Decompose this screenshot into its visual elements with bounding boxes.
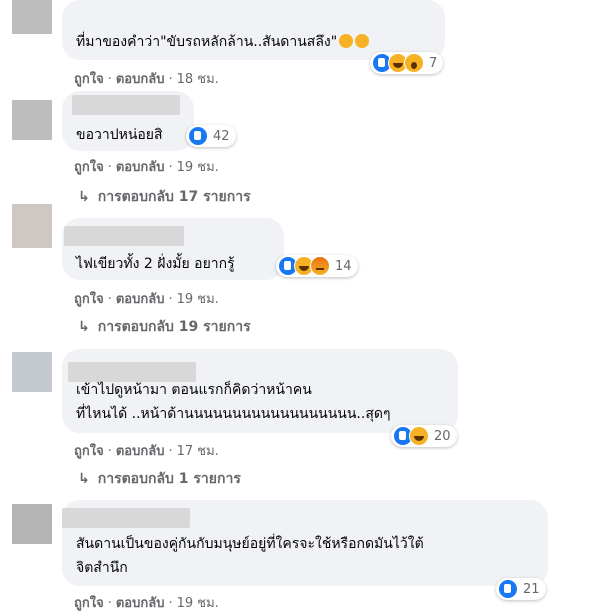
separator-dot: · [107, 444, 112, 459]
like-button[interactable]: ถูกใจ [74, 292, 104, 307]
avatar[interactable] [12, 100, 52, 140]
like-button[interactable]: ถูกใจ [74, 72, 104, 87]
comment-text: ขอวาปหน่อยสิ [76, 123, 163, 147]
view-replies-link[interactable]: ↳ การตอบกลับ 17 รายการ [78, 186, 251, 208]
comment-actions: ถูกใจ · ตอบกลับ · 18 ชม. [74, 68, 219, 89]
commenter-name-redacted[interactable] [64, 226, 184, 246]
separator-dot: · [107, 160, 112, 175]
comment-text-line: ไฟเขียวทั้ง 2 ฝั่งมั้ย อยากรู้ [76, 256, 235, 272]
comment-text: ที่มาของคำว่า"ขับรถหลักล้าน..สันดานสลึง" [76, 30, 370, 54]
timestamp[interactable]: 17 ชม. [177, 444, 219, 459]
comment-text-line: สันดานเป็นของคู่กันกับมนุษย์อยู่ที่ใครจะ… [76, 536, 424, 552]
wow-reaction-icon [404, 53, 424, 73]
like-reaction-icon [188, 126, 208, 146]
separator-dot: · [107, 292, 112, 307]
separator-dot: · [107, 72, 112, 87]
reaction-summary[interactable]: 42 [186, 125, 236, 147]
avatar[interactable] [12, 504, 52, 544]
reaction-count: 20 [434, 428, 451, 444]
comment-text: เข้าไปดูหน้ามา ตอนแรกก็คิดว่าหน้าคน ที่ไ… [76, 378, 391, 426]
reaction-summary[interactable]: 21 [496, 578, 546, 600]
timestamp[interactable]: 19 ชม. [177, 596, 219, 611]
reaction-summary[interactable]: 7 [370, 52, 444, 74]
like-reaction-icon [498, 579, 518, 599]
avatar[interactable] [12, 0, 52, 34]
reply-button[interactable]: ตอบกลับ [116, 72, 165, 87]
reaction-count: 7 [429, 55, 438, 71]
reply-button[interactable]: ตอบกลับ [116, 160, 165, 175]
view-replies-link[interactable]: ↳ การตอบกลับ 19 รายการ [78, 316, 251, 338]
reply-arrow-icon: ↳ [78, 319, 90, 335]
comment-actions: ถูกใจ · ตอบกลับ · 19 ชม. [74, 288, 219, 309]
separator-dot: · [168, 160, 173, 175]
reply-button[interactable]: ตอบกลับ [116, 596, 165, 611]
reaction-count: 21 [523, 581, 540, 597]
timestamp[interactable]: 18 ชม. [177, 72, 219, 87]
grin-emoji-icon [339, 34, 354, 48]
comment-text: สันดานเป็นของคู่กันกับมนุษย์อยู่ที่ใครจะ… [76, 532, 424, 580]
reply-button[interactable]: ตอบกลับ [116, 292, 165, 307]
comment-text-line: ขอวาปหน่อยสิ [76, 127, 163, 143]
comment-text: ไฟเขียวทั้ง 2 ฝั่งมั้ย อยากรู้ [76, 252, 235, 276]
separator-dot: · [168, 596, 173, 611]
reaction-summary[interactable]: 14 [276, 255, 358, 277]
like-button[interactable]: ถูกใจ [74, 596, 104, 611]
comment-text-line: เข้าไปดูหน้ามา ตอนแรกก็คิดว่าหน้าคน [76, 382, 312, 398]
avatar[interactable] [12, 204, 52, 248]
view-replies-link[interactable]: ↳ การตอบกลับ 1 รายการ [78, 468, 241, 490]
like-button[interactable]: ถูกใจ [74, 160, 104, 175]
separator-dot: · [168, 72, 173, 87]
commenter-name-redacted[interactable] [62, 508, 190, 528]
timestamp[interactable]: 19 ชม. [177, 160, 219, 175]
grin-emoji-icon [355, 34, 370, 48]
avatar[interactable] [12, 352, 52, 392]
separator-dot: · [168, 292, 173, 307]
replies-label: การตอบกลับ 17 รายการ [97, 189, 251, 205]
comment-text-line: ที่มาของคำว่า"ขับรถหลักล้าน..สันดานสลึง" [76, 34, 338, 50]
reaction-count: 14 [335, 258, 352, 274]
reply-arrow-icon: ↳ [78, 471, 90, 487]
angry-reaction-icon [310, 256, 330, 276]
haha-reaction-icon [409, 426, 429, 446]
replies-label: การตอบกลับ 1 รายการ [97, 471, 241, 487]
reaction-count: 42 [213, 128, 230, 144]
reaction-summary[interactable]: 20 [391, 425, 457, 447]
replies-label: การตอบกลับ 19 รายการ [97, 319, 251, 335]
separator-dot: · [168, 444, 173, 459]
like-button[interactable]: ถูกใจ [74, 444, 104, 459]
comment-actions: ถูกใจ · ตอบกลับ · 17 ชม. [74, 440, 219, 461]
comment-text-line: ที่ไหนได้ ..หน้าด้านนนนนนนนนนนนนนนนนน..ส… [76, 406, 391, 422]
comment-actions: ถูกใจ · ตอบกลับ · 19 ชม. [74, 592, 219, 613]
reply-arrow-icon: ↳ [78, 189, 90, 205]
reply-button[interactable]: ตอบกลับ [116, 444, 165, 459]
comment-actions: ถูกใจ · ตอบกลับ · 19 ชม. [74, 156, 219, 177]
comment-text-line: จิตสำนึก [76, 560, 128, 576]
timestamp[interactable]: 19 ชม. [177, 292, 219, 307]
commenter-name-redacted[interactable] [72, 95, 180, 115]
separator-dot: · [107, 596, 112, 611]
